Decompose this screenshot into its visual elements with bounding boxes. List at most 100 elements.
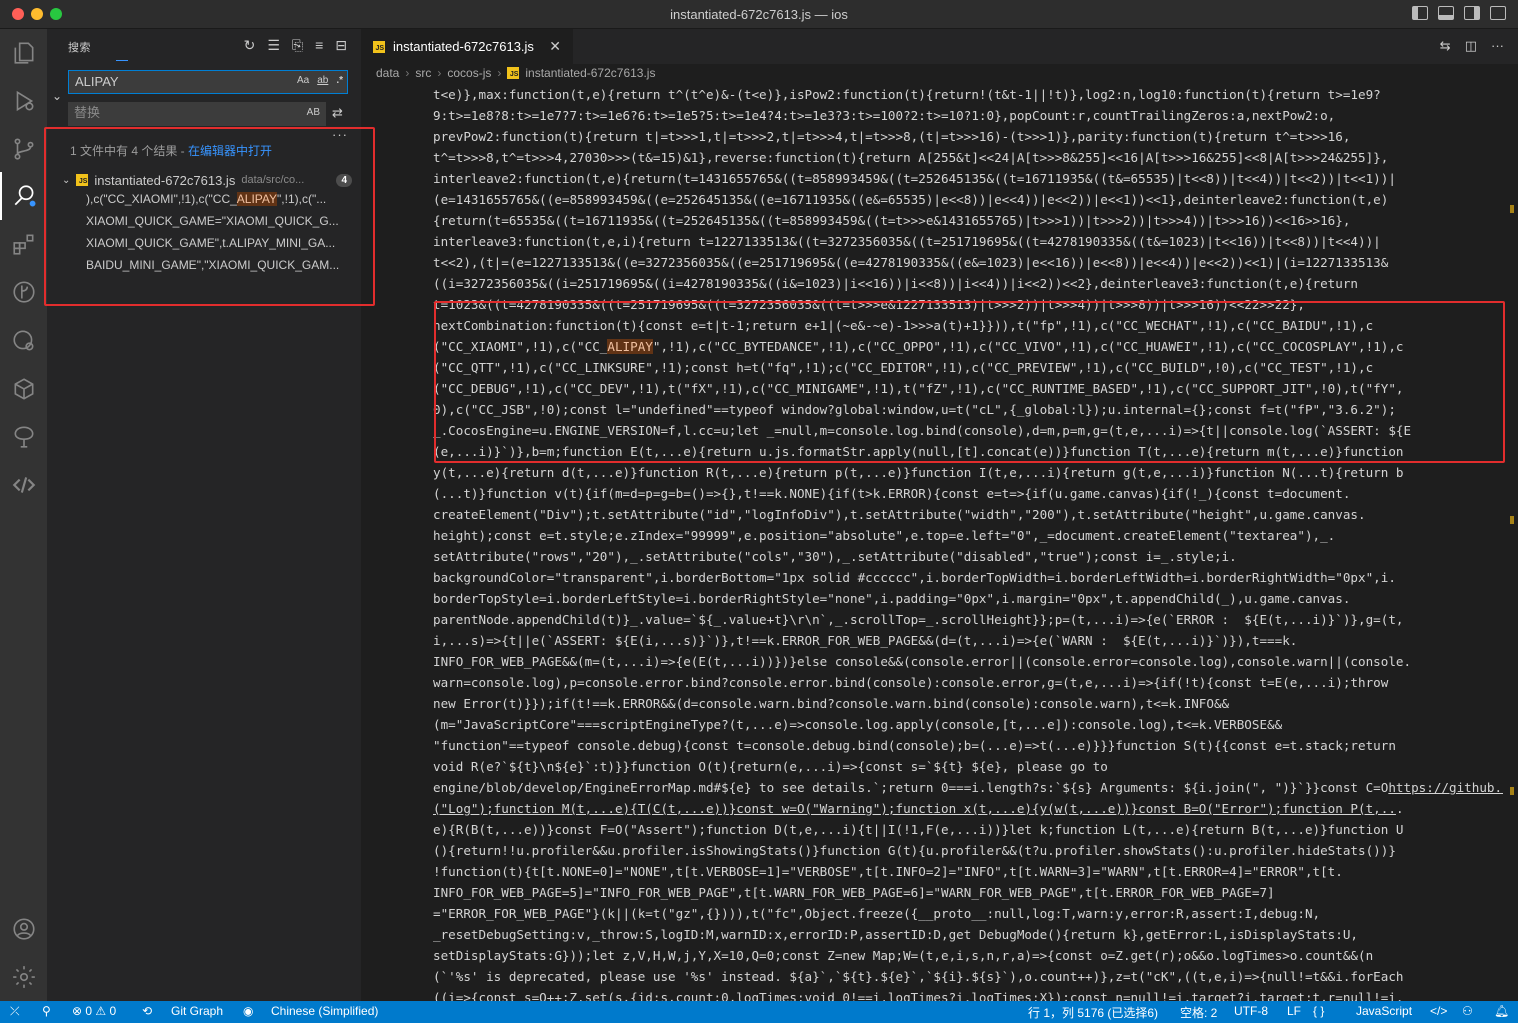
code-line[interactable]: (...t)}function v(t){if(m=d=p=g=b=()=>{}… [433,483,1503,504]
code-line[interactable]: t^=t>>>8,t^=t>>>4,27030>>>(t&=15)&1},rev… [433,147,1503,168]
search-input-box[interactable]: Aa ab .* [68,70,348,94]
breadcrumb-item[interactable]: src [415,66,431,80]
compare-icon[interactable]: ⇆ [1440,38,1451,54]
code-line[interactable]: createElement("Div");t.setAttribute("id"… [433,504,1503,525]
new-search-editor-icon[interactable]: ⎘ [292,37,303,54]
accounts-icon[interactable]: ⚇ [1462,1004,1473,1018]
run-debug-icon[interactable] [0,77,48,125]
code-line[interactable]: backgroundColor="transparent",i.borderBo… [433,567,1503,588]
search-icon[interactable] [0,172,48,220]
code-link[interactable]: ("Log");function M(t,...e){T(C(t,...e))}… [433,801,1396,816]
code-line[interactable]: void R(e?`${t}\n${e}`:t)}}function O(t){… [433,756,1503,777]
breadcrumb-item[interactable]: instantiated-672c7613.js [525,66,655,80]
account-icon[interactable] [0,905,48,953]
sidebar-highlight-box [44,127,375,306]
code-line[interactable]: (){return!!u.profiler&&u.profiler.isShow… [433,840,1503,861]
view-as-tree-icon[interactable]: ≡ [315,37,323,54]
code-line[interactable]: new Error(t)}});if(t!==k.ERROR&&(d=conso… [433,693,1503,714]
code-line[interactable]: ="ERROR_FOR_WEB_PAGE"}(k||(k=t("gz",{}))… [433,903,1503,924]
close-tab-icon[interactable]: ✕ [549,38,561,55]
ports-icon[interactable]: ⚲ [42,1004,51,1018]
git-graph-icon[interactable] [0,268,48,316]
code-line[interactable]: !function(t){t[t.NONE=0]="NONE",t[t.VERB… [433,861,1503,882]
toggle-panel-icon[interactable] [1438,6,1454,20]
code-line[interactable]: height);const e=t.style;e.zIndex="99999"… [433,525,1503,546]
editor-tab-bar: JS instantiated-672c7613.js ✕ ⇆ ◫ ··· [361,29,1518,64]
toggle-replace-chevron-icon[interactable]: ⌄ [52,89,62,103]
problems-indicator[interactable]: ⊗ 0 ⚠ 0 [72,1004,116,1018]
code-line[interactable]: interleave2:function(t,e){return(t=14316… [433,168,1503,189]
scrollbar-match-marker [1510,516,1514,524]
match-whole-word-toggle[interactable]: ab [317,75,328,86]
code-line[interactable]: {return(t=65535&((t=16711935&((t=2526451… [433,210,1503,231]
code-line[interactable]: (m="JavaScriptCore"===scriptEngineType?(… [433,714,1503,735]
braces-icon[interactable]: { } [1313,1004,1324,1018]
code-line[interactable]: interleave3:function(t,e,i){return t=122… [433,231,1503,252]
code-line[interactable]: e){R(B(t,...e))}const F=O("Assert");func… [433,819,1503,840]
code-line[interactable]: "function"==typeof console.debug){const … [433,735,1503,756]
toggle-secondary-sidebar-icon[interactable] [1464,6,1480,20]
code-line[interactable]: setAttribute("rows","20"),_.setAttribute… [433,546,1503,567]
indentation[interactable]: 空格: 2 [1180,1004,1217,1021]
customize-layout-icon[interactable] [1490,6,1506,20]
code-line[interactable]: _resetDebugSetting:v,_throw:S,logID:M,wa… [433,924,1503,945]
locale-indicator[interactable]: Chinese (Simplified) [271,1004,378,1018]
refresh-icon[interactable]: ↻ [244,37,256,54]
code-line[interactable]: parentNode.appendChild(t)}_.value=`${_.v… [433,609,1503,630]
code-line[interactable]: INFO_FOR_WEB_PAGE=5]="INFO_FOR_WEB_PAGE"… [433,882,1503,903]
broadcast-icon[interactable]: ◉ [243,1004,253,1018]
code-line[interactable]: ((i=>{const s=Q++;Z.set(s,{id:s,count:0,… [433,987,1503,1001]
code-line[interactable]: ((i=3272356035&((i=251719695&((i=4278190… [433,273,1503,294]
collapse-all-icon[interactable]: ⊟ [335,37,347,54]
language-mode[interactable]: JavaScript [1356,1004,1412,1018]
code-line[interactable]: borderTopStyle=i.borderLeftStyle=i.borde… [433,588,1503,609]
more-actions-icon[interactable]: ··· [1491,38,1504,54]
end-of-line[interactable]: LF [1287,1004,1301,1018]
replace-all-icon[interactable]: ⇄ [332,105,348,121]
history-icon[interactable]: ⟲ [142,1004,152,1018]
cube-icon[interactable] [0,365,48,413]
breadcrumb-item[interactable]: cocos-js [447,66,491,80]
code-line[interactable]: prevPow2:function(t){return t|=t>>>1,t|=… [433,126,1503,147]
replace-input[interactable] [74,105,274,120]
code-line[interactable]: t<<2),(t|=(e=1227133513&((e=3272356035&(… [433,252,1503,273]
live-share-icon[interactable] [0,461,48,509]
match-case-toggle[interactable]: Aa [297,75,309,86]
clear-results-icon[interactable]: ☰ [267,37,280,54]
replace-input-box[interactable]: AB [68,102,326,126]
toggle-sidebar-icon[interactable] [1412,6,1428,20]
code-line[interactable]: y(t,...e){return d(t,...e)}function R(t,… [433,462,1503,483]
code-line[interactable]: (`'%s' is deprecated, please use '%s' in… [433,966,1503,987]
breadcrumb: data › src › cocos-js › JS instantiated-672… [376,66,656,80]
settings-gear-icon[interactable] [0,953,48,1001]
editor-tab[interactable]: JS instantiated-672c7613.js ✕ [361,29,573,64]
cursor-position[interactable]: 行 1，列 5176 (已选择6) [1028,1004,1158,1021]
split-editor-icon[interactable]: ◫ [1465,38,1477,54]
code-editor[interactable]: t<e)},max:function(t,e){return t^(t^e)&-… [433,84,1503,1001]
code-line[interactable]: ("Log");function M(t,...e){T(C(t,...e))}… [433,798,1503,819]
encoding[interactable]: UTF-8 [1234,1004,1268,1018]
breadcrumb-item[interactable]: data [376,66,399,80]
search-input[interactable] [75,74,275,89]
code-link[interactable]: https://github.com/cocos-creator/ [1388,780,1503,795]
code-line[interactable]: (e=1431655765&((e=858993459&((e=25264513… [433,189,1503,210]
remote-icon[interactable]: ⤫ [10,1004,20,1019]
notifications-bell-icon[interactable]: 🔔︎ [1494,1004,1509,1018]
git-graph-button[interactable]: Git Graph [171,1004,223,1018]
live-share-icon[interactable]: </> [1430,1004,1447,1018]
code-line[interactable]: warn=console.log),p=console.error.bind?c… [433,672,1503,693]
code-line[interactable]: setDisplayStats:G}));let z,V,H,W,j,Y,X=1… [433,945,1503,966]
source-control-icon[interactable] [0,125,48,173]
code-line[interactable]: engine/blob/develop/EngineErrorMap.md#${… [433,777,1503,798]
code-line[interactable]: i,...s)=>{t||e(`ASSERT: ${E(i,...s)}`)},… [433,630,1503,651]
scrollbar-match-marker [1510,787,1514,795]
extensions-icon[interactable] [0,220,48,268]
remote-explorer-icon[interactable] [0,317,48,365]
tree-icon[interactable] [0,413,48,461]
use-regex-toggle[interactable]: .* [336,75,343,86]
code-line[interactable]: t<e)},max:function(t,e){return t^(t^e)&-… [433,84,1503,105]
code-line[interactable]: INFO_FOR_WEB_PAGE&&(m=(t,...i)=>{e(E(t,.… [433,651,1503,672]
code-line[interactable]: 9:t>=1e8?8:t>=1e7?7:t>=1e6?6:t>=1e5?5:t>… [433,105,1503,126]
explorer-icon[interactable] [0,29,48,77]
preserve-case-toggle[interactable]: AB [307,107,320,118]
